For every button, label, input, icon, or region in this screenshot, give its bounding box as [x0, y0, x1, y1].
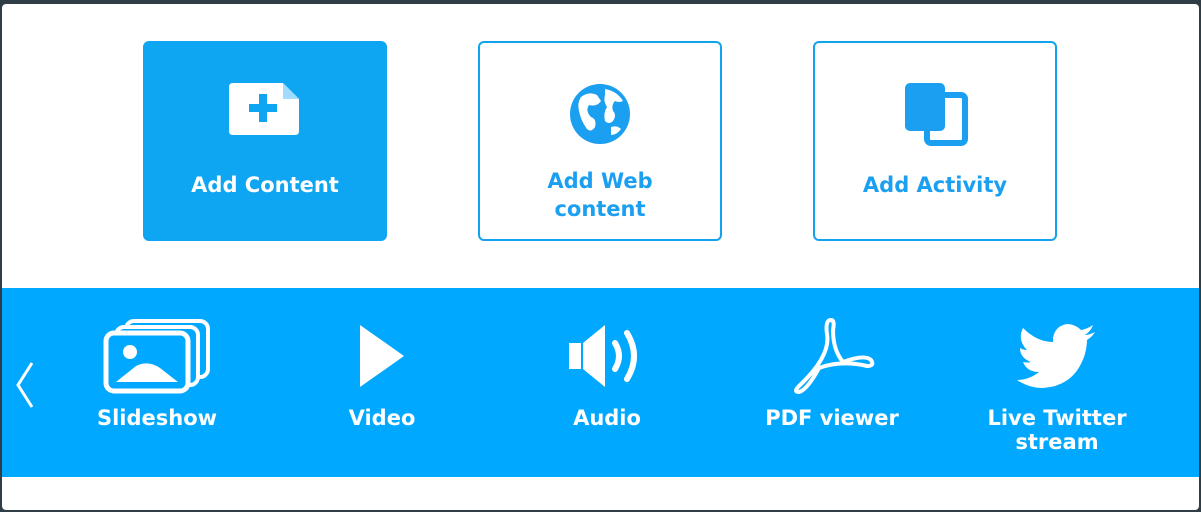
- add-activity-label: Add Activity: [862, 173, 1008, 197]
- slideshow-label: Slideshow: [96, 406, 218, 430]
- globe-icon: [480, 81, 720, 144]
- audio-tool[interactable]: Audio: [507, 316, 707, 466]
- chevron-left-icon[interactable]: [12, 360, 38, 410]
- add-content-label: Add Content: [191, 173, 339, 197]
- audio-label: Audio: [573, 406, 641, 430]
- play-icon: [282, 316, 482, 396]
- content-type-strip: Slideshow Video Audio PDF viewer Live Tw…: [2, 288, 1199, 477]
- slideshow-icon: [57, 316, 257, 396]
- add-web-content-button[interactable]: Add Web content: [478, 41, 722, 241]
- live-twitter-stream-label: Live Twitter stream: [987, 406, 1127, 454]
- pdf-icon: [732, 316, 932, 396]
- add-content-button[interactable]: Add Content: [143, 41, 387, 241]
- pdf-viewer-tool[interactable]: PDF viewer: [732, 316, 932, 466]
- add-activity-button[interactable]: Add Activity: [813, 41, 1057, 241]
- live-twitter-stream-tool[interactable]: Live Twitter stream: [957, 316, 1157, 466]
- add-file-icon: [145, 81, 385, 143]
- speaker-icon: [507, 316, 707, 396]
- twitter-bird-icon: [957, 316, 1157, 396]
- pdf-viewer-label: PDF viewer: [765, 406, 899, 430]
- video-tool[interactable]: Video: [282, 316, 482, 466]
- add-content-panel: Add Content Add Web content Add Activity: [2, 4, 1199, 510]
- slideshow-tool[interactable]: Slideshow: [57, 316, 257, 466]
- activity-copy-icon: [815, 81, 1055, 146]
- video-label: Video: [348, 406, 416, 430]
- add-web-content-label: Add Web content: [547, 169, 653, 221]
